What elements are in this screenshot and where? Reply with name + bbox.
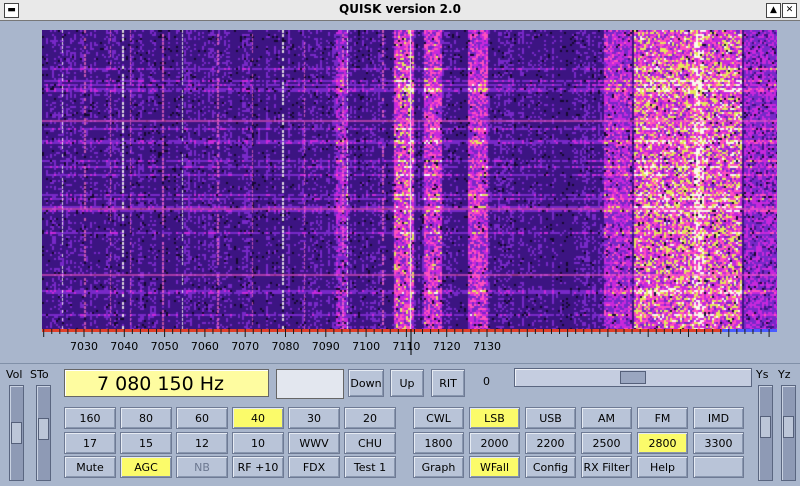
ys-label: Ys bbox=[756, 368, 769, 381]
axis-tick-label-7060: 7060 bbox=[191, 340, 219, 353]
yz-slider-knob[interactable] bbox=[783, 416, 794, 438]
mode-button-2500[interactable]: 2500 bbox=[581, 432, 632, 454]
window-title: QUISK version 2.0 bbox=[339, 2, 461, 16]
band-button-80[interactable]: 80 bbox=[120, 407, 172, 429]
band-button-nb[interactable]: NB bbox=[176, 456, 228, 478]
band-button-20[interactable]: 20 bbox=[344, 407, 396, 429]
mode-button-am[interactable]: AM bbox=[581, 407, 632, 429]
down-button[interactable]: Down bbox=[348, 369, 384, 397]
axis-tick-label-7130: 7130 bbox=[473, 340, 501, 353]
mode-button-fm[interactable]: FM bbox=[637, 407, 688, 429]
band-button-fdx[interactable]: FDX bbox=[288, 456, 340, 478]
rit-slider[interactable] bbox=[514, 368, 752, 387]
mode-button-2000[interactable]: 2000 bbox=[469, 432, 520, 454]
frequency-display: 7 080 150 Hz bbox=[64, 369, 269, 397]
band-button-rf-10[interactable]: RF +10 bbox=[232, 456, 284, 478]
axis-tick-label-7080: 7080 bbox=[272, 340, 300, 353]
secondary-display bbox=[276, 369, 344, 399]
mode-button-wfall[interactable]: WFall bbox=[469, 456, 520, 478]
band-button-test-1[interactable]: Test 1 bbox=[344, 456, 396, 478]
mode-button-lsb[interactable]: LSB bbox=[469, 407, 520, 429]
mode-button-rx-filter[interactable]: RX Filter bbox=[581, 456, 632, 478]
waterfall-display[interactable] bbox=[42, 30, 777, 329]
band-button-40[interactable]: 40 bbox=[232, 407, 284, 429]
axis-tick-label-7070: 7070 bbox=[231, 340, 259, 353]
axis-tick-label-7050: 7050 bbox=[151, 340, 179, 353]
sto-slider[interactable] bbox=[36, 385, 51, 481]
axis-tick-label-7090: 7090 bbox=[312, 340, 340, 353]
frequency-axis-svg: 7030 7040 7050 7060 7070 7080 7090 7100 7110 7120… bbox=[42, 329, 777, 355]
band-button-12[interactable]: 12 bbox=[176, 432, 228, 454]
band-button-160[interactable]: 160 bbox=[64, 407, 116, 429]
ys-slider[interactable] bbox=[758, 385, 773, 481]
sto-slider-knob[interactable] bbox=[38, 418, 49, 440]
axis-tick-label-7110: 7110 bbox=[392, 340, 420, 353]
band-button-chu[interactable]: CHU bbox=[344, 432, 396, 454]
vol-label: Vol bbox=[6, 368, 23, 381]
rit-value: 0 bbox=[483, 375, 490, 388]
waterfall-panel: 7030 7040 7050 7060 7070 7080 7090 7100 7110 7120… bbox=[0, 21, 800, 363]
mode-button-1800[interactable]: 1800 bbox=[413, 432, 464, 454]
band-button-60[interactable]: 60 bbox=[176, 407, 228, 429]
mode-button-2200[interactable]: 2200 bbox=[525, 432, 576, 454]
band-button-agc[interactable]: AGC bbox=[120, 456, 172, 478]
rit-button[interactable]: RIT bbox=[431, 369, 465, 397]
sto-label: STo bbox=[30, 368, 49, 381]
band-button-10[interactable]: 10 bbox=[232, 432, 284, 454]
axis-tick-label-7030: 7030 bbox=[70, 340, 98, 353]
mode-button-2800[interactable]: 2800 bbox=[637, 432, 688, 454]
band-button-17[interactable]: 17 bbox=[64, 432, 116, 454]
mode-button-usb[interactable]: USB bbox=[525, 407, 576, 429]
mode-button-config[interactable]: Config bbox=[525, 456, 576, 478]
close-icon[interactable]: ✕ bbox=[782, 3, 797, 18]
rit-slider-knob[interactable] bbox=[620, 371, 646, 384]
yz-label: Yz bbox=[778, 368, 791, 381]
band-button-mute[interactable]: Mute bbox=[64, 456, 116, 478]
maximize-icon[interactable]: ▲ bbox=[766, 3, 781, 18]
axis-tick-label-7120: 7120 bbox=[433, 340, 461, 353]
mode-button-3300[interactable]: 3300 bbox=[693, 432, 744, 454]
vol-slider-knob[interactable] bbox=[11, 422, 22, 444]
ys-slider-knob[interactable] bbox=[760, 416, 771, 438]
band-button-wwv[interactable]: WWV bbox=[288, 432, 340, 454]
mode-button-cwl[interactable]: CWL bbox=[413, 407, 464, 429]
mode-button-graph[interactable]: Graph bbox=[413, 456, 464, 478]
yz-slider[interactable] bbox=[781, 385, 796, 481]
mode-button-empty[interactable] bbox=[693, 456, 744, 478]
title-bar: ▬ QUISK version 2.0 ▲ ✕ bbox=[0, 0, 800, 21]
band-button-15[interactable]: 15 bbox=[120, 432, 172, 454]
frequency-axis[interactable]: 7030 7040 7050 7060 7070 7080 7090 7100 7110 7120… bbox=[42, 329, 777, 355]
mode-button-help[interactable]: Help bbox=[637, 456, 688, 478]
axis-tick-label-7100: 7100 bbox=[352, 340, 380, 353]
up-button[interactable]: Up bbox=[390, 369, 424, 397]
mode-button-imd[interactable]: IMD bbox=[693, 407, 744, 429]
axis-baseline bbox=[42, 329, 777, 332]
band-button-30[interactable]: 30 bbox=[288, 407, 340, 429]
axis-tick-label-7040: 7040 bbox=[110, 340, 138, 353]
vol-slider[interactable] bbox=[9, 385, 24, 481]
